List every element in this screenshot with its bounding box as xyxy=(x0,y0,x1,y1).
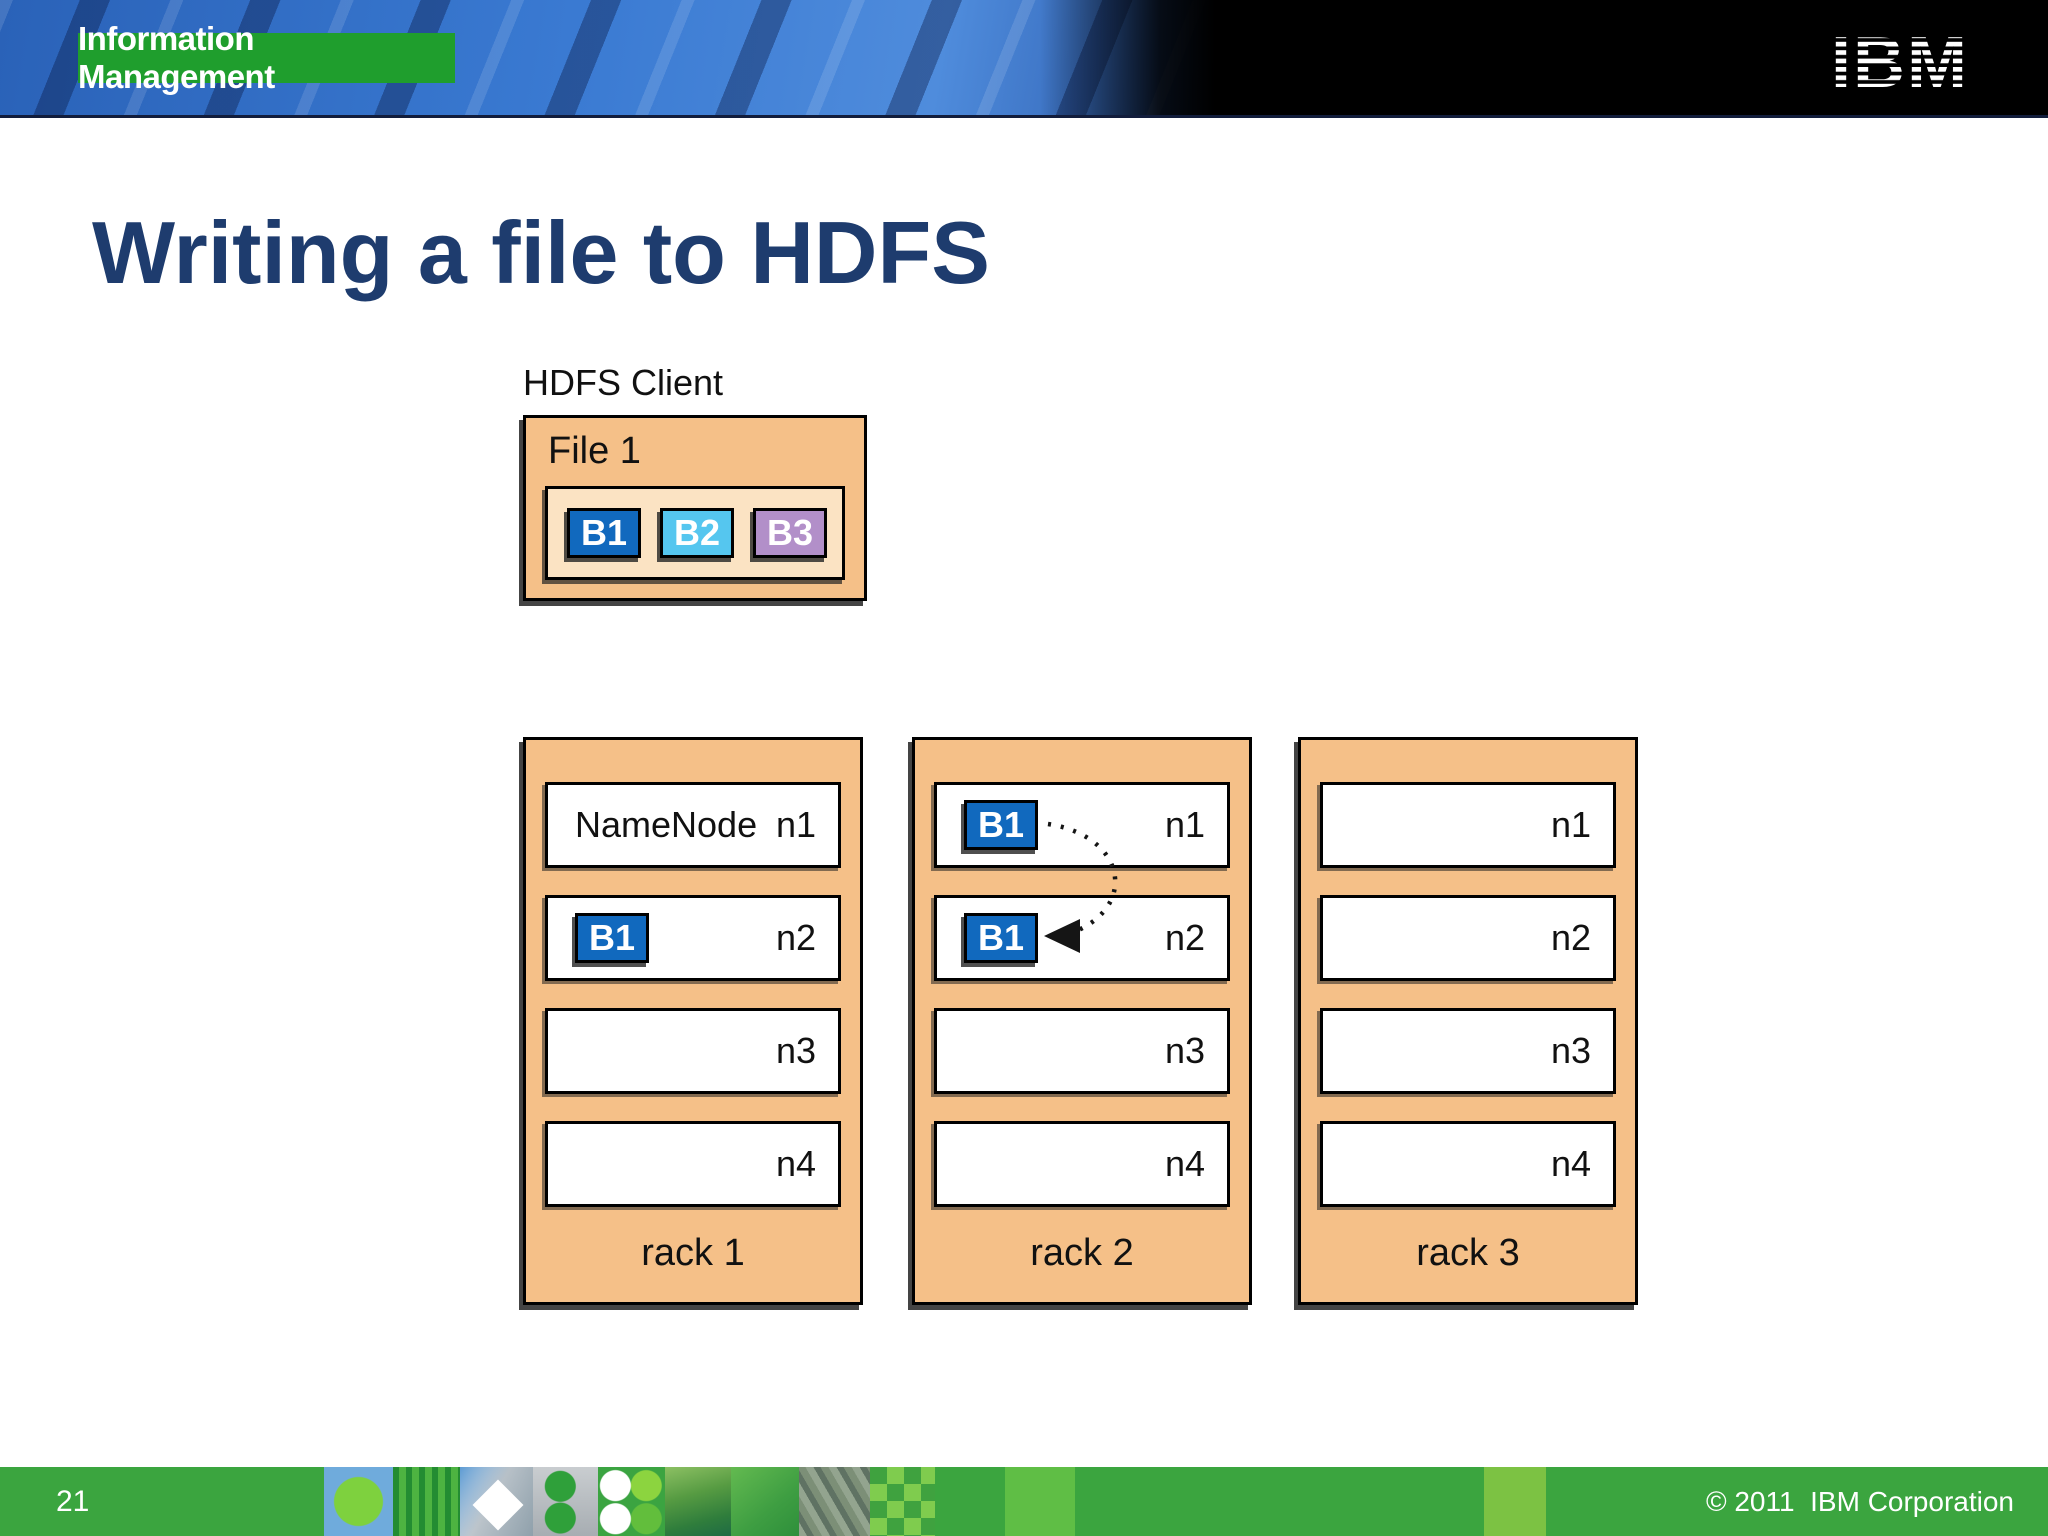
ibm-logo-text: IBM xyxy=(1831,25,1969,92)
node-id-label: n4 xyxy=(1550,1143,1591,1184)
footer-tile-gradient xyxy=(731,1467,799,1536)
namenode-label: NameNode xyxy=(575,804,758,845)
node-id-label: n2 xyxy=(775,917,816,958)
rack-3-node-n3: n3 xyxy=(1320,1008,1616,1094)
footer-tile-photo-diamond xyxy=(460,1467,533,1536)
rack-1-label: rack 1 xyxy=(641,1232,745,1274)
footer-tile-dot-grid xyxy=(598,1467,665,1536)
hdfs-client-label: HDFS Client xyxy=(523,362,724,403)
footer-tile-stripes xyxy=(393,1467,460,1536)
copyright: © 2011 IBM Corporation xyxy=(1705,1485,2014,1517)
footer-collage xyxy=(324,1467,935,1536)
rack-3: n1 n2 n3 n4 rack 3 xyxy=(1298,737,1638,1305)
footer-light-segment-2 xyxy=(1484,1467,1546,1536)
rack-2-label: rack 2 xyxy=(1030,1232,1134,1274)
node-id-label: n2 xyxy=(1550,917,1591,958)
node-id-label: n3 xyxy=(1550,1030,1591,1071)
footer-tile-gray-dots xyxy=(533,1467,598,1536)
footer-tile-pixels xyxy=(870,1467,935,1536)
node-id-label: n3 xyxy=(1164,1030,1205,1071)
page-number: 21 xyxy=(56,1484,90,1518)
rack-3-node-n4: n4 xyxy=(1320,1121,1616,1207)
footer-tile-highway xyxy=(799,1467,870,1536)
rack-3-node-n1: n1 xyxy=(1320,782,1616,868)
node-id-label: n1 xyxy=(1550,804,1591,845)
file-label: File 1 xyxy=(548,430,641,472)
arrowhead xyxy=(1044,919,1080,953)
node-id-label: n3 xyxy=(775,1030,816,1071)
footer-tile-circle xyxy=(324,1467,393,1536)
top-banner: Information Management IBM xyxy=(0,0,2048,118)
block-b1-replica: B1 xyxy=(575,913,649,963)
brand-badge: Information Management xyxy=(78,20,455,95)
ibm-logo: IBM xyxy=(1831,25,1969,92)
page-title: Writing a file to HDFS xyxy=(92,202,990,302)
rack-2-node-n4: n4 xyxy=(934,1121,1230,1207)
node-id-label: n1 xyxy=(775,804,816,845)
footer-tile-landscape xyxy=(665,1467,731,1536)
node-id-label: n4 xyxy=(1164,1143,1205,1184)
footer-light-segment-1 xyxy=(1005,1467,1075,1536)
dotted-arrow-path xyxy=(1047,821,1118,935)
rack-2-node-n3: n3 xyxy=(934,1008,1230,1094)
file-block-b2: B2 xyxy=(660,508,734,558)
rack-3-label: rack 3 xyxy=(1416,1232,1520,1274)
rack-1-node-n2: B1 n2 xyxy=(545,895,841,981)
file-box: File 1 B1 B2 B3 xyxy=(523,415,867,601)
rack-1: NameNode n1 B1 n2 n3 n4 rack 1 xyxy=(523,737,863,1305)
footer-bar: 21 © 2011 IBM Corporation xyxy=(0,1467,2048,1536)
brand-label: Information Management xyxy=(78,20,275,95)
rack-3-node-n2: n2 xyxy=(1320,895,1616,981)
rack-1-node-n3: n3 xyxy=(545,1008,841,1094)
file-blocks: B1 B2 B3 xyxy=(545,486,845,580)
node-id-label: n4 xyxy=(775,1143,816,1184)
rack-1-node-n4: n4 xyxy=(545,1121,841,1207)
file-block-b3: B3 xyxy=(753,508,827,558)
file-block-b1: B1 xyxy=(567,508,641,558)
replication-arrow xyxy=(1044,821,1118,953)
rack-1-node-n1: NameNode n1 xyxy=(545,782,841,868)
